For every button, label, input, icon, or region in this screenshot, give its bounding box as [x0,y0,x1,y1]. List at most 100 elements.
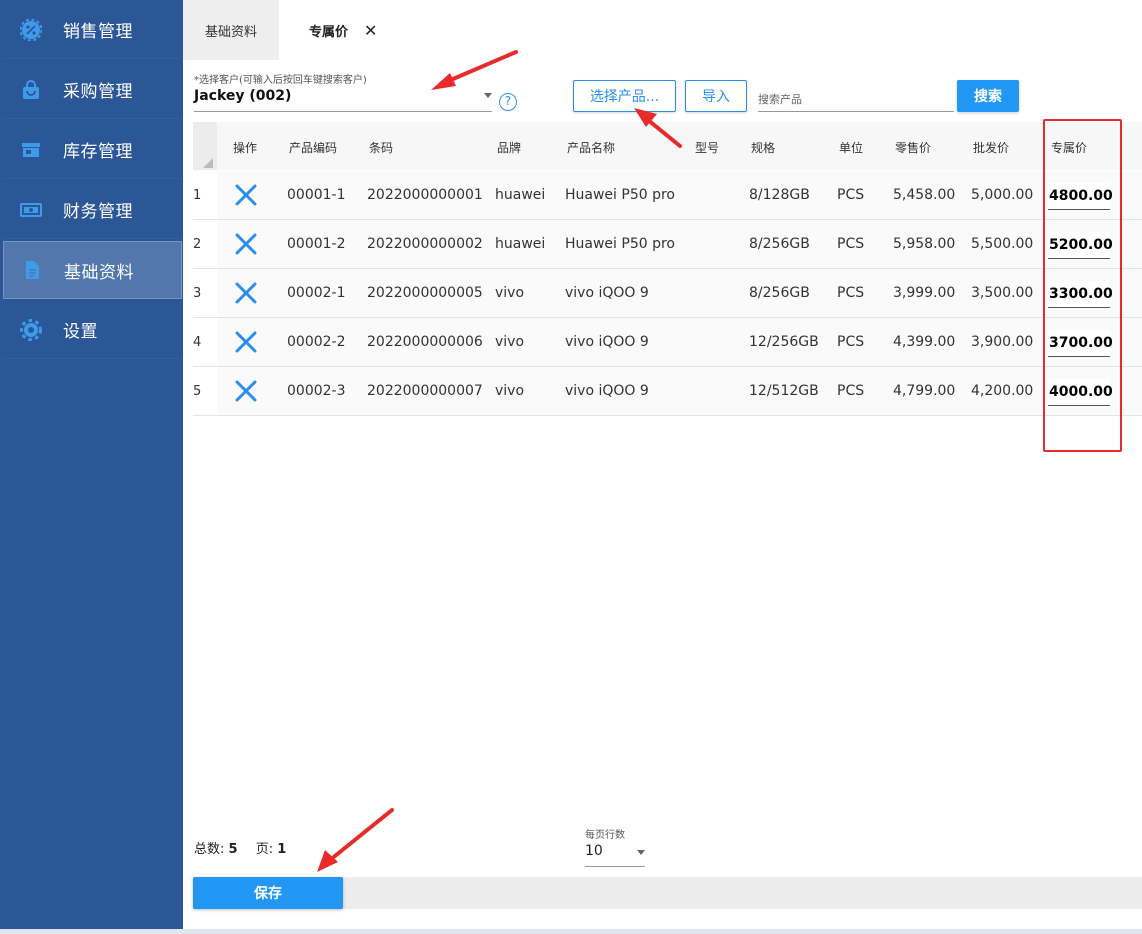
page-label: 页: [255,842,274,857]
close-icon[interactable]: ✕ [364,21,377,40]
tab-label: 专属价 [309,24,349,40]
table-row: 5 00002-3 2022000000007 vivo vivo iQOO 9… [193,367,1142,416]
cell-product-name: vivo iQOO 9 [565,383,649,399]
sidebar-item-sales[interactable]: 销售管理 [3,1,182,59]
cell-wholesale-price: 3,500.00 [971,285,1034,301]
page-number: 1 [277,842,287,857]
cell-code: 00001-1 [287,187,346,203]
cell-product-name: vivo iQOO 9 [565,334,649,350]
cell-retail-price: 5,458.00 [893,187,956,203]
cell-unit: PCS [837,285,865,301]
cell-code: 00002-3 [287,383,346,399]
chevron-down-icon[interactable] [484,93,492,98]
cell-wholesale-price: 5,500.00 [971,236,1034,252]
cell-brand: huawei [495,187,546,203]
total-label: 总数: [194,842,225,857]
cell-barcode: 2022000000001 [367,187,483,203]
sidebar-item-label: 设置 [63,322,98,342]
search-button[interactable]: 搜索 [957,80,1019,112]
delete-icon[interactable] [234,232,258,256]
row-number: 5 [193,384,202,399]
row-number: 4 [193,335,202,350]
document-icon [21,259,43,281]
cell-retail-price: 5,958.00 [893,236,956,252]
cell-barcode: 2022000000006 [367,334,483,350]
delete-icon[interactable] [234,183,258,207]
delete-icon[interactable] [234,330,258,354]
sidebar-item-finance[interactable]: 财务管理 [3,181,182,239]
chevron-down-icon[interactable] [637,850,645,855]
column-header-code[interactable]: 产品编码 [289,139,337,156]
column-header-spec[interactable]: 规格 [751,139,775,156]
table-row: 3 00002-1 2022000000005 vivo vivo iQOO 9… [193,269,1142,318]
cell-unit: PCS [837,187,865,203]
column-header-unit[interactable]: 单位 [839,139,863,156]
cell-barcode: 2022000000005 [367,285,483,301]
money-icon [20,199,42,221]
row-number: 3 [193,286,202,301]
cell-wholesale-price: 3,900.00 [971,334,1034,350]
cell-spec: 12/512GB [749,383,819,399]
search-input[interactable] [758,88,954,112]
select-products-button[interactable]: 选择产品... [573,80,676,112]
table-row: 4 00002-2 2022000000006 vivo vivo iQOO 9… [193,318,1142,367]
sidebar-item-label: 财务管理 [63,202,133,222]
tab-bar: 基础资料 专属价 ✕ [183,0,1142,60]
tab-exclusive-price[interactable]: 专属价 ✕ [279,0,399,60]
sidebar-item-label: 采购管理 [63,82,133,102]
cell-unit: PCS [837,334,865,350]
cell-retail-price: 4,799.00 [893,383,956,399]
import-button[interactable]: 导入 [685,80,747,112]
cell-spec: 8/256GB [749,285,810,301]
delete-icon[interactable] [234,379,258,403]
sidebar-item-basic-data[interactable]: 基础资料 [3,241,182,299]
shopping-bag-icon [20,79,42,101]
cell-product-name: Huawei P50 pro [565,187,675,203]
cell-brand: vivo [495,285,525,301]
column-header-action[interactable]: 操作 [233,139,257,156]
cell-brand: vivo [495,334,525,350]
total-count: 5 [228,842,238,857]
column-header-model[interactable]: 型号 [695,139,719,156]
rows-per-page-select[interactable]: 10 [585,843,645,867]
cell-unit: PCS [837,383,865,399]
table-row: 1 00001-1 2022000000001 huawei Huawei P5… [193,171,1142,220]
cell-code: 00001-2 [287,236,346,252]
delete-icon[interactable] [234,281,258,305]
sidebar-item-label: 基础资料 [64,262,134,283]
cell-spec: 8/256GB [749,236,810,252]
sidebar-item-label: 库存管理 [63,142,133,162]
column-header-barcode[interactable]: 条码 [369,139,393,156]
customer-select-label: *选择客户(可输入后按回车键搜索客户) [194,75,367,86]
column-header-retail-price[interactable]: 零售价 [895,139,931,156]
gear-icon [20,318,42,341]
cell-code: 00002-2 [287,334,346,350]
store-icon [20,139,42,161]
cell-product-name: Huawei P50 pro [565,236,675,252]
row-number: 1 [193,188,202,203]
annotation-arrow-save [317,808,394,872]
bottom-strip [0,929,1142,934]
cell-spec: 8/128GB [749,187,810,203]
cell-wholesale-price: 5,000.00 [971,187,1034,203]
customer-select[interactable]: Jackey (002) [194,88,492,112]
cell-brand: huawei [495,236,546,252]
help-icon[interactable]: ? [499,93,517,111]
column-header-brand[interactable]: 品牌 [497,139,521,156]
cell-product-name: vivo iQOO 9 [565,285,649,301]
tab-basic-data[interactable]: 基础资料 [183,0,279,60]
resize-corner-icon [203,158,213,168]
cell-brand: vivo [495,383,525,399]
sidebar-item-inventory[interactable]: 库存管理 [3,121,182,179]
percent-gear-icon [20,18,42,41]
column-header-product-name[interactable]: 产品名称 [567,139,615,156]
sidebar-item-purchase[interactable]: 采购管理 [3,61,182,119]
cell-spec: 12/256GB [749,334,819,350]
sidebar-item-settings[interactable]: 设置 [3,301,182,359]
annotation-highlight-box [1043,119,1122,452]
column-header-wholesale-price[interactable]: 批发价 [973,139,1009,156]
save-button[interactable]: 保存 [193,877,343,909]
cell-barcode: 2022000000002 [367,236,483,252]
sidebar-item-label: 销售管理 [63,22,133,42]
cell-code: 00002-1 [287,285,346,301]
